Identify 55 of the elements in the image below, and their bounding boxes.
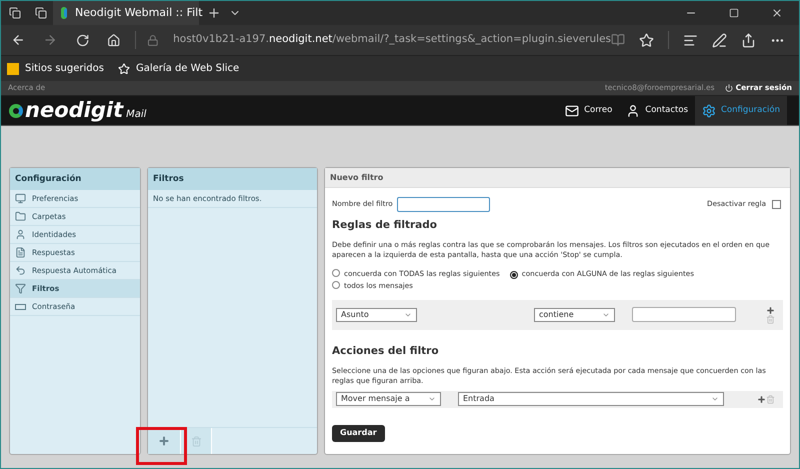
nav-tab[interactable]: Contactos [619,96,695,125]
home-icon[interactable] [107,32,121,48]
folder-select[interactable]: Entrada [458,392,724,406]
pen-icon[interactable] [712,32,727,48]
favorite-link[interactable]: Galería de Web Slice [118,61,240,76]
doc-icon [15,247,26,258]
chevron-icon [428,395,436,403]
nav-tab[interactable]: Correo [558,96,620,125]
tabs-icon[interactable] [9,7,21,19]
funnel-icon [15,283,26,294]
trash-icon [190,436,202,446]
action-select[interactable]: Mover mensaje a [336,392,441,406]
bing-icon [7,62,19,74]
panel-header: Nuevo filtro [325,168,790,188]
plus-icon [158,435,170,447]
section-heading: Acciones del filtro [332,344,440,359]
star-icon[interactable] [639,32,654,48]
maximize-icon[interactable] [729,8,739,18]
add-button[interactable] [148,428,181,454]
add-icon[interactable] [757,394,766,404]
new-tab-icon[interactable] [207,6,221,20]
operator-select[interactable]: contiene [534,308,615,322]
nav-tab[interactable]: Configuración [695,96,787,125]
filter-name-field[interactable] [396,197,490,212]
checkbox[interactable] [772,200,781,209]
logo-icon [61,7,67,19]
reading-view-icon[interactable] [611,33,625,47]
favorite-link[interactable]: Sitios sugeridos [7,61,104,76]
power-icon [724,84,733,92]
chevron-icon [711,395,719,403]
save-button[interactable]: Guardar [332,424,385,442]
refresh-icon[interactable] [76,32,90,48]
rule-value-field[interactable] [632,307,736,322]
close-icon[interactable] [771,7,783,19]
person-icon [626,104,640,118]
lock-icon [147,34,160,46]
add-icon[interactable] [766,306,775,315]
person-icon [15,229,26,240]
gear-icon [702,104,716,118]
mail-icon [565,104,580,118]
password-icon [15,304,26,310]
panel-header: Configuración [10,168,140,190]
section-heading: Reglas de filtrado [332,218,438,233]
app-logo: neodigit Mail [9,100,146,122]
monitor-icon [15,193,26,204]
forward-icon[interactable] [43,32,58,48]
highlight-box [136,427,187,465]
share-icon[interactable] [741,32,756,48]
reply-icon [15,265,26,276]
folder-icon [15,211,26,222]
star-icon [118,62,130,74]
header-select[interactable]: Asunto [336,308,417,322]
panel-header: Filtros [148,168,317,190]
delete-button[interactable] [181,428,212,454]
back-icon[interactable] [11,32,26,48]
